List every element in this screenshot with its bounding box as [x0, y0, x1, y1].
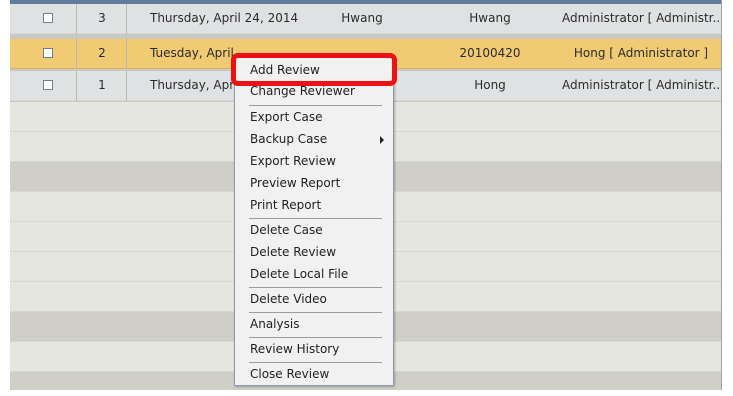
menu-item-export-review[interactable]: Export Review [236, 151, 392, 172]
menu-separator [249, 218, 382, 219]
menu-item-change-reviewer[interactable]: Change Reviewer [236, 81, 392, 102]
submenu-arrow-icon [380, 136, 384, 144]
menu-item-print-report[interactable]: Print Report [236, 195, 392, 216]
menu-item-delete-local-file[interactable]: Delete Local File [236, 264, 392, 285]
menu-item-export-case[interactable]: Export Case [236, 107, 392, 128]
row-number: 3 [98, 11, 106, 25]
row-col-a: Hwang [341, 11, 383, 25]
table-row[interactable]: 3 Thursday, April 24, 2014 Hwang Hwang A… [10, 4, 721, 34]
menu-item-close-review[interactable]: Close Review [236, 364, 392, 385]
row-checkbox[interactable] [43, 80, 53, 90]
menu-separator [249, 287, 382, 288]
row-col-c: Administrator [ Administr... [562, 78, 720, 92]
menu-separator [249, 337, 382, 338]
row-col-c: Hong [ Administrator ] [573, 46, 709, 60]
row-col-b: 20100420 [459, 46, 521, 60]
context-menu: Add Review Change Reviewer Export Case B… [234, 56, 394, 386]
row-number: 2 [98, 46, 106, 60]
row-col-b: Hwang [469, 11, 511, 25]
row-checkbox[interactable] [43, 48, 53, 58]
menu-item-label: Backup Case [250, 132, 328, 146]
row-date: Thursday, April 24, 2014 [150, 11, 299, 25]
menu-item-preview-report[interactable]: Preview Report [236, 173, 392, 194]
menu-separator [249, 362, 382, 363]
menu-item-delete-video[interactable]: Delete Video [236, 289, 392, 310]
menu-item-delete-review[interactable]: Delete Review [236, 242, 392, 263]
menu-item-analysis[interactable]: Analysis [236, 314, 392, 335]
menu-separator [249, 105, 382, 106]
row-col-c: Administrator [ Administr... [562, 11, 720, 25]
menu-item-add-review[interactable]: Add Review [236, 60, 392, 81]
menu-item-delete-case[interactable]: Delete Case [236, 220, 392, 241]
menu-separator [249, 312, 382, 313]
row-number: 1 [98, 78, 106, 92]
menu-item-backup-case[interactable]: Backup Case [236, 129, 392, 150]
menu-item-review-history[interactable]: Review History [236, 339, 392, 360]
row-col-b: Hong [474, 78, 506, 92]
row-checkbox[interactable] [43, 13, 53, 23]
